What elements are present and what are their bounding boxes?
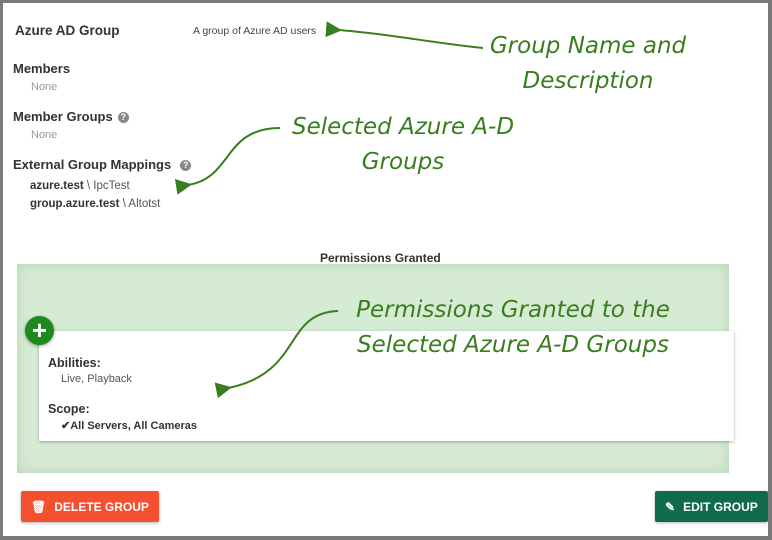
annotation-arrows <box>174 21 484 399</box>
arrow-icon <box>325 21 484 49</box>
group-details-panel: Azure AD Group A group of Azure AD users… <box>3 3 768 536</box>
arrow-icon <box>174 127 281 195</box>
arrow-icon <box>214 310 339 399</box>
